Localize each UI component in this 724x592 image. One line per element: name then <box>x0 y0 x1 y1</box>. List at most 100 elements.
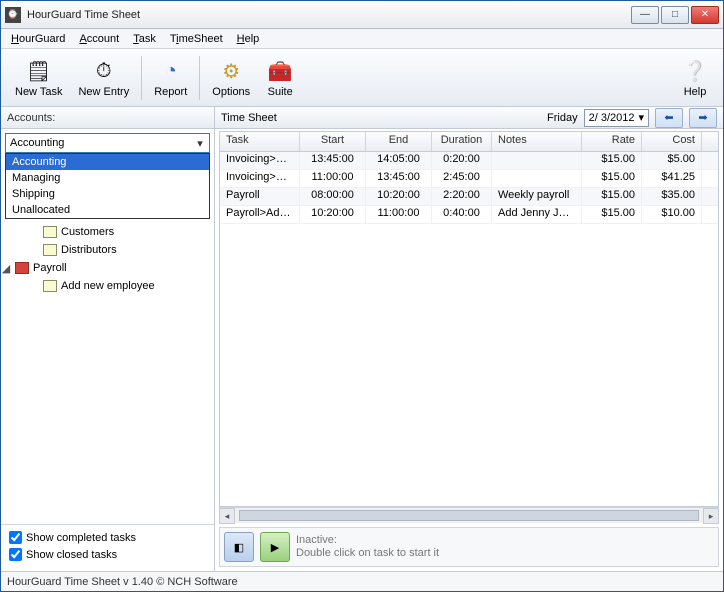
cell-duration: 0:20:00 <box>432 152 492 169</box>
menu-help[interactable]: Help <box>231 31 266 47</box>
tree-label: Customers <box>61 226 114 238</box>
date-value: 2/ 3/2012 <box>589 112 635 124</box>
col-cost[interactable]: Cost <box>642 132 702 151</box>
cell-rate: $15.00 <box>582 188 642 205</box>
table-row[interactable]: Payroll>Add ... 10:20:00 11:00:00 0:40:0… <box>220 206 718 224</box>
cell-duration: 0:40:00 <box>432 206 492 223</box>
tree-label: Payroll <box>33 262 67 274</box>
menu-timesheet[interactable]: TimeSheet <box>164 31 229 47</box>
cell-task: Invoicing>Cu... <box>220 152 300 169</box>
cell-end: 13:45:00 <box>366 170 432 187</box>
close-button[interactable]: ✕ <box>691 6 719 24</box>
cell-rate: $15.00 <box>582 152 642 169</box>
cell-cost: $35.00 <box>642 188 702 205</box>
new-entry-label: New Entry <box>78 86 129 98</box>
status-line2: Double click on task to start it <box>296 547 439 560</box>
accounts-filter-checks: Show completed tasks Show closed tasks <box>1 524 214 567</box>
col-start[interactable]: Start <box>300 132 366 151</box>
minimize-button[interactable]: — <box>631 6 659 24</box>
window-buttons: — □ ✕ <box>631 6 719 24</box>
report-label: Report <box>154 86 187 98</box>
show-completed-check[interactable]: Show completed tasks <box>9 529 206 546</box>
show-closed-check[interactable]: Show closed tasks <box>9 546 206 563</box>
expand-icon[interactable]: ◢ <box>1 262 11 275</box>
options-button[interactable]: ⚙ Options <box>204 52 258 104</box>
chevron-down-icon: ▾ <box>193 137 207 150</box>
toolbar-separator <box>141 56 142 100</box>
tree-label: Add new employee <box>61 280 155 292</box>
report-icon: ◔ <box>157 58 185 86</box>
show-completed-label: Show completed tasks <box>26 532 136 544</box>
accounts-pane: Accounts: Accounting ▾ Accounting Managi… <box>1 107 215 571</box>
folder-icon <box>43 280 57 292</box>
timesheet-label: Time Sheet <box>221 112 277 124</box>
timer-start-button[interactable]: ▶ <box>260 532 290 562</box>
table-row[interactable]: Invoicing>Cu... 13:45:00 14:05:00 0:20:0… <box>220 152 718 170</box>
scrollbar-thumb[interactable] <box>239 510 699 521</box>
menu-task[interactable]: Task <box>127 31 162 47</box>
accounts-option-shipping[interactable]: Shipping <box>6 186 209 202</box>
show-closed-checkbox[interactable] <box>9 548 22 561</box>
accounts-header: Accounts: <box>1 107 214 129</box>
cell-task: Payroll>Add ... <box>220 206 300 223</box>
menu-account[interactable]: Account <box>73 31 125 47</box>
cell-start: 13:45:00 <box>300 152 366 169</box>
show-completed-checkbox[interactable] <box>9 531 22 544</box>
cell-end: 11:00:00 <box>366 206 432 223</box>
new-task-icon: 🗒 <box>25 58 53 86</box>
footer-text: HourGuard Time Sheet v 1.40 © NCH Softwa… <box>7 576 238 588</box>
timer-pause-button[interactable]: ◧ <box>224 532 254 562</box>
status-text: Inactive: Double click on task to start … <box>296 534 439 560</box>
date-next-button[interactable]: ➡ <box>689 108 717 128</box>
menu-hourguard[interactable]: HourGuard <box>5 31 71 47</box>
cell-cost: $10.00 <box>642 206 702 223</box>
app-window: ⌚ HourGuard Time Sheet — □ ✕ HourGuard A… <box>0 0 724 592</box>
folder-icon <box>43 244 57 256</box>
cell-start: 10:20:00 <box>300 206 366 223</box>
help-button[interactable]: ❔ Help <box>673 52 717 104</box>
suite-button[interactable]: 🧰 Suite <box>258 52 302 104</box>
tree-node-payroll[interactable]: ◢ Payroll <box>3 259 212 277</box>
statusbar: HourGuard Time Sheet v 1.40 © NCH Softwa… <box>1 571 723 591</box>
status-panel: ◧ ▶ Inactive: Double click on task to st… <box>219 527 719 567</box>
report-button[interactable]: ◔ Report <box>146 52 195 104</box>
cell-task: Invoicing>Dis... <box>220 170 300 187</box>
scroll-left-button[interactable]: ◂ <box>219 508 235 524</box>
accounts-combo-dropdown: Accounting Managing Shipping Unallocated <box>5 153 210 219</box>
scroll-right-button[interactable]: ▸ <box>703 508 719 524</box>
cell-end: 14:05:00 <box>366 152 432 169</box>
help-label: Help <box>684 86 707 98</box>
date-prev-button[interactable]: ⬅ <box>655 108 683 128</box>
table-row[interactable]: Payroll 08:00:00 10:20:00 2:20:00 Weekly… <box>220 188 718 206</box>
table-row[interactable]: Invoicing>Dis... 11:00:00 13:45:00 2:45:… <box>220 170 718 188</box>
tree-node-add-employee[interactable]: Add new employee <box>3 277 212 295</box>
new-task-label: New Task <box>15 86 62 98</box>
horizontal-scrollbar[interactable]: ◂ ▸ <box>219 507 719 523</box>
cell-end: 10:20:00 <box>366 188 432 205</box>
col-task[interactable]: Task <box>220 132 300 151</box>
timesheet-header: Time Sheet Friday 2/ 3/2012 ▾ ⬅ ➡ <box>215 107 723 129</box>
accounts-option-managing[interactable]: Managing <box>6 170 209 186</box>
timesheet-pane: Time Sheet Friday 2/ 3/2012 ▾ ⬅ ➡ Task S… <box>215 107 723 571</box>
timesheet-grid: Task Start End Duration Notes Rate Cost … <box>219 131 719 507</box>
accounts-option-unallocated[interactable]: Unallocated <box>6 202 209 218</box>
col-end[interactable]: End <box>366 132 432 151</box>
new-entry-button[interactable]: ⏱ New Entry <box>70 52 137 104</box>
col-duration[interactable]: Duration <box>432 132 492 151</box>
accounts-combo[interactable]: Accounting ▾ <box>5 133 210 153</box>
tree-node-customers[interactable]: Customers <box>3 223 212 241</box>
accounts-option-accounting[interactable]: Accounting <box>6 154 209 170</box>
cell-duration: 2:45:00 <box>432 170 492 187</box>
options-icon: ⚙ <box>217 58 245 86</box>
suite-label: Suite <box>268 86 293 98</box>
col-notes[interactable]: Notes <box>492 132 582 151</box>
date-picker[interactable]: 2/ 3/2012 ▾ <box>584 109 649 127</box>
tree-node-distributors[interactable]: Distributors <box>3 241 212 259</box>
col-rate[interactable]: Rate <box>582 132 642 151</box>
cell-notes <box>492 152 582 169</box>
maximize-button[interactable]: □ <box>661 6 689 24</box>
new-task-button[interactable]: 🗒 New Task <box>7 52 70 104</box>
cell-start: 11:00:00 <box>300 170 366 187</box>
status-line1: Inactive: <box>296 534 439 547</box>
folder-icon <box>15 262 29 274</box>
